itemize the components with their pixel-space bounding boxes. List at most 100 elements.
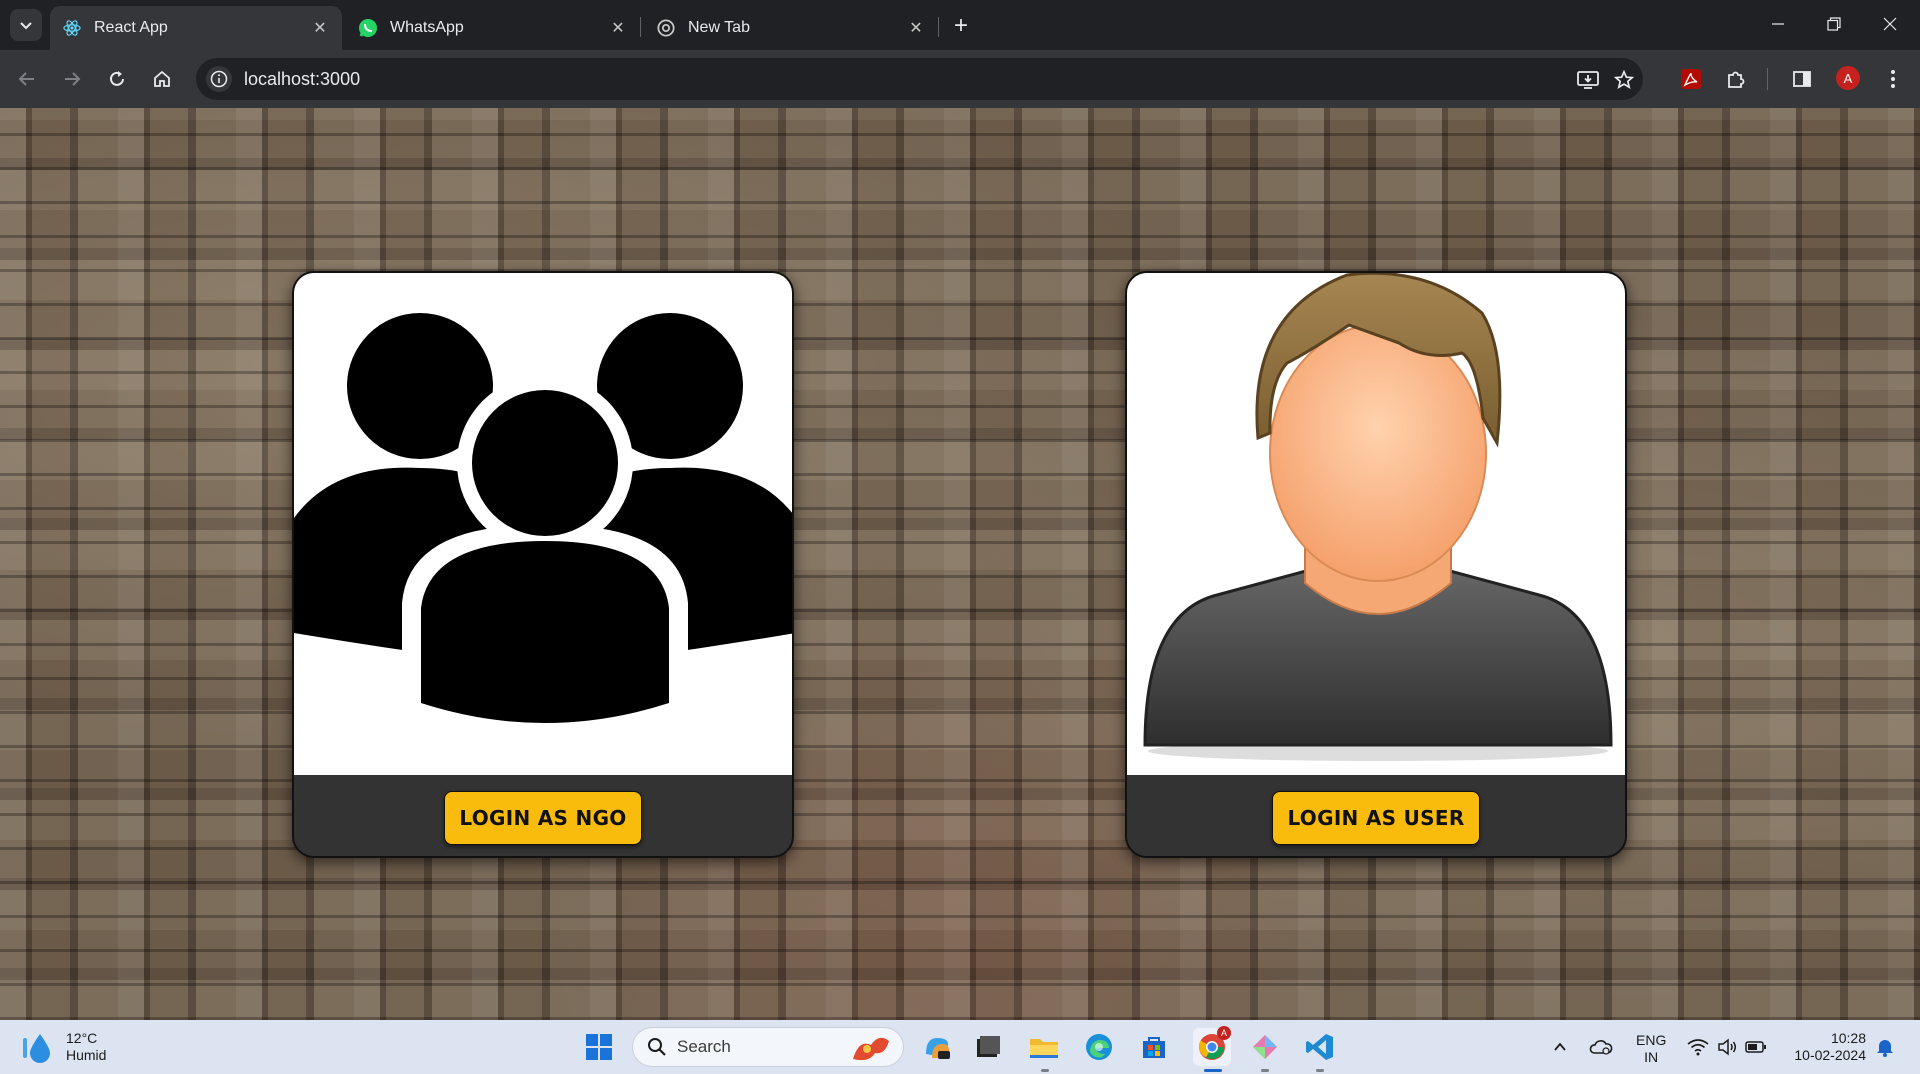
windows-logo-icon [586, 1034, 612, 1060]
file-explorer-app[interactable] [1027, 1030, 1061, 1064]
arrow-right-icon [65, 72, 81, 86]
puzzle-icon [1728, 71, 1745, 88]
edge-icon [1086, 1034, 1112, 1060]
vscode-app[interactable] [1303, 1030, 1337, 1064]
arrow-left-icon [18, 72, 34, 86]
profile-avatar[interactable]: A [1836, 66, 1860, 90]
task-view-app[interactable] [971, 1030, 1005, 1064]
pdf-extension-button[interactable] [1676, 64, 1706, 94]
chrome-icon [656, 18, 676, 38]
home-icon [154, 70, 170, 87]
tab-whatsapp[interactable]: WhatsApp ✕ [346, 6, 640, 50]
onedrive-tray[interactable] [1586, 1030, 1616, 1064]
address-bar[interactable]: localhost:3000 [196, 58, 1643, 100]
react-icon [62, 18, 82, 38]
login-as-ngo-button[interactable]: LOGIN AS NGO [444, 790, 642, 845]
start-button[interactable] [582, 1030, 616, 1064]
minimize-button[interactable] [1750, 0, 1806, 48]
acrobat-icon [1681, 69, 1701, 89]
site-info-icon[interactable] [206, 66, 232, 92]
search-label: Search [677, 1037, 731, 1056]
taskbar-search-box[interactable]: Search [632, 1027, 904, 1067]
side-panel-icon [1793, 71, 1811, 87]
close-tab-icon[interactable]: ✕ [308, 16, 332, 40]
tab-title: New Tab [688, 19, 750, 36]
minimize-icon [1772, 23, 1784, 25]
notifications-button[interactable] [1870, 1030, 1900, 1064]
tab-react-app[interactable]: React App ✕ [50, 6, 342, 50]
user-card-footer: LOGIN AS USER [1127, 775, 1625, 856]
home-button[interactable] [147, 64, 177, 94]
folder-icon [1030, 1039, 1058, 1058]
cloud-icon [1589, 1040, 1613, 1055]
extensions-button[interactable] [1721, 64, 1751, 94]
tab-divider [938, 17, 939, 37]
tab-strip: React App ✕ WhatsApp ✕ New Tab ✕ + [0, 0, 1920, 50]
kebab-menu-icon [1891, 70, 1895, 88]
restore-button[interactable] [1806, 0, 1862, 48]
active-indicator [1204, 1069, 1222, 1072]
running-indicator [1316, 1069, 1324, 1072]
running-indicator [1041, 1069, 1049, 1072]
running-indicator [1261, 1069, 1269, 1072]
weather-widget[interactable]: 12°C Humid [20, 1030, 106, 1064]
page-viewport: LOGIN AS NGO LOGIN AS USER [0, 108, 1920, 1020]
user-card-image [1127, 273, 1625, 775]
quick-settings-button[interactable] [1680, 1030, 1774, 1064]
reload-icon [110, 71, 124, 86]
chevron-down-icon [20, 22, 32, 30]
language-indicator[interactable]: ENG IN [1636, 1032, 1666, 1066]
install-app-button[interactable] [1573, 65, 1603, 95]
close-tab-icon[interactable]: ✕ [606, 16, 630, 40]
user-avatar-illustration [1143, 273, 1613, 761]
chrome-app[interactable]: A [1193, 1026, 1231, 1066]
group-people-icon [294, 313, 792, 723]
clock-time: 10:28 [1830, 1030, 1866, 1046]
copilot-icon [926, 1038, 950, 1059]
clock-date: 10-02-2024 [1794, 1047, 1866, 1063]
language-code: ENG [1636, 1032, 1667, 1048]
tab-title: WhatsApp [390, 19, 464, 36]
tab-search-button[interactable] [10, 9, 42, 41]
google-gemini-app[interactable] [1248, 1030, 1282, 1064]
back-button[interactable] [12, 64, 42, 94]
vscode-icon [1306, 1034, 1333, 1060]
tab-new-tab[interactable]: New Tab ✕ [644, 6, 938, 50]
reload-button[interactable] [102, 64, 132, 94]
volume-icon [1718, 1038, 1736, 1056]
weather-temperature: 12°C [66, 1030, 98, 1046]
microsoft-store-app[interactable] [1137, 1030, 1171, 1064]
tray-overflow-button[interactable] [1546, 1030, 1574, 1064]
close-window-button[interactable] [1862, 0, 1918, 48]
install-icon [1577, 71, 1599, 89]
close-icon [1883, 17, 1897, 31]
side-panel-button[interactable] [1787, 64, 1817, 94]
windows-taskbar: 12°C Humid Search A ENG IN 10:28 10-02-2… [0, 1020, 1920, 1074]
login-as-user-button[interactable]: LOGIN AS USER [1272, 790, 1480, 845]
menu-button[interactable] [1878, 64, 1908, 94]
tab-divider [640, 17, 641, 37]
ngo-login-card: LOGIN AS NGO [292, 271, 794, 858]
system-clock[interactable]: 10:28 10-02-2024 [1786, 1030, 1866, 1064]
new-tab-button[interactable]: + [946, 11, 976, 41]
task-view-icon [977, 1036, 1000, 1057]
ngo-card-footer: LOGIN AS NGO [294, 775, 792, 856]
edge-app[interactable] [1082, 1030, 1116, 1064]
bookmark-button[interactable] [1609, 65, 1639, 95]
restore-icon [1827, 17, 1841, 31]
tab-title: React App [94, 19, 168, 36]
whatsapp-icon [358, 18, 378, 38]
battery-icon [1745, 1041, 1766, 1053]
wifi-icon [1687, 1039, 1709, 1056]
search-icon [648, 1038, 666, 1056]
raindrop-icon [23, 1034, 50, 1063]
copilot-app[interactable] [920, 1030, 954, 1064]
sparkle-diamond-icon [1253, 1035, 1277, 1059]
chrome-notification-badge: A [1217, 1026, 1231, 1040]
search-highlight-icon [853, 1037, 889, 1061]
star-icon [1614, 70, 1634, 89]
forward-button[interactable] [57, 64, 87, 94]
close-tab-icon[interactable]: ✕ [904, 16, 928, 40]
region-code: IN [1644, 1049, 1659, 1065]
url-text: localhost:3000 [244, 68, 361, 89]
